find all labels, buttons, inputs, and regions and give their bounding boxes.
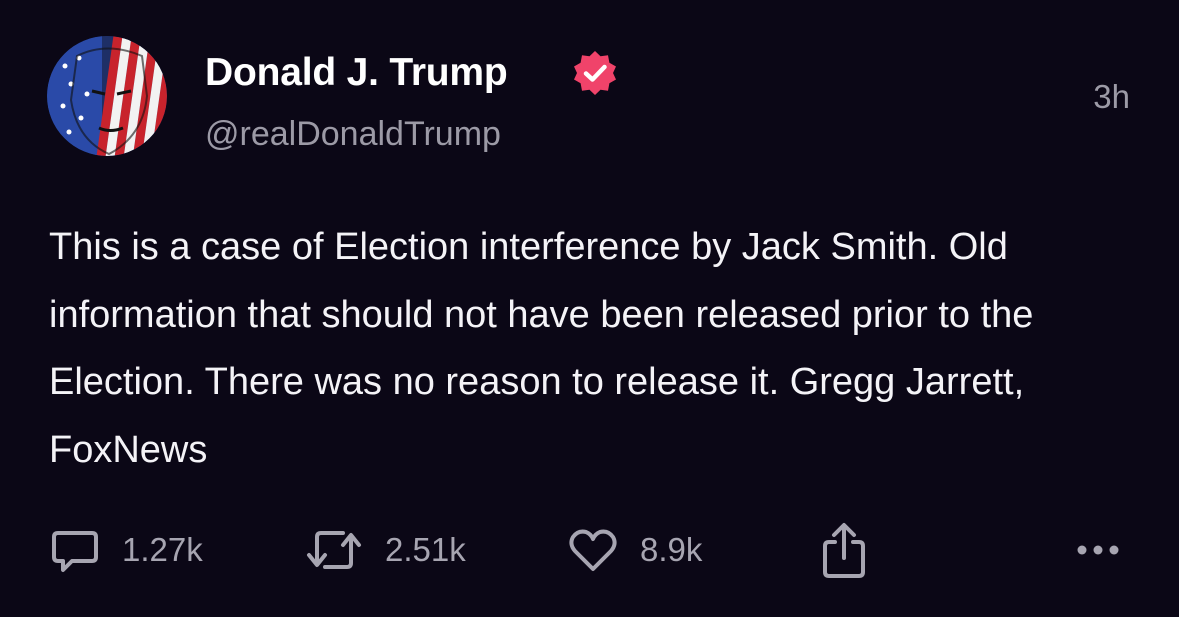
author-avatar[interactable] — [47, 36, 167, 156]
share-button[interactable] — [817, 520, 871, 580]
reply-button[interactable]: 1.27k — [48, 520, 203, 580]
heart-icon — [569, 529, 617, 571]
like-count: 8.9k — [640, 531, 703, 568]
author-display-name[interactable]: Donald J. Trump — [205, 50, 508, 96]
like-button[interactable]: 8.9k — [566, 520, 702, 580]
post-text: This is a case of Election interference … — [49, 226, 1034, 471]
repost-count: 2.51k — [385, 531, 466, 568]
more-dots-icon — [1077, 545, 1119, 555]
share-upload-icon — [823, 523, 865, 578]
reply-count: 1.27k — [122, 531, 203, 568]
author-handle[interactable]: @realDonaldTrump — [205, 113, 501, 155]
repost-button[interactable]: 2.51k — [303, 520, 466, 580]
more-options-button[interactable] — [1074, 520, 1124, 580]
repost-arrows-icon — [307, 531, 361, 569]
post-timestamp[interactable]: 3h — [1093, 77, 1130, 117]
speech-bubble-icon — [52, 531, 98, 572]
post-action-bar: 1.27k 2.51k 8.9k — [0, 520, 1179, 580]
verified-badge-icon — [574, 51, 616, 95]
avatar-image — [47, 36, 167, 156]
